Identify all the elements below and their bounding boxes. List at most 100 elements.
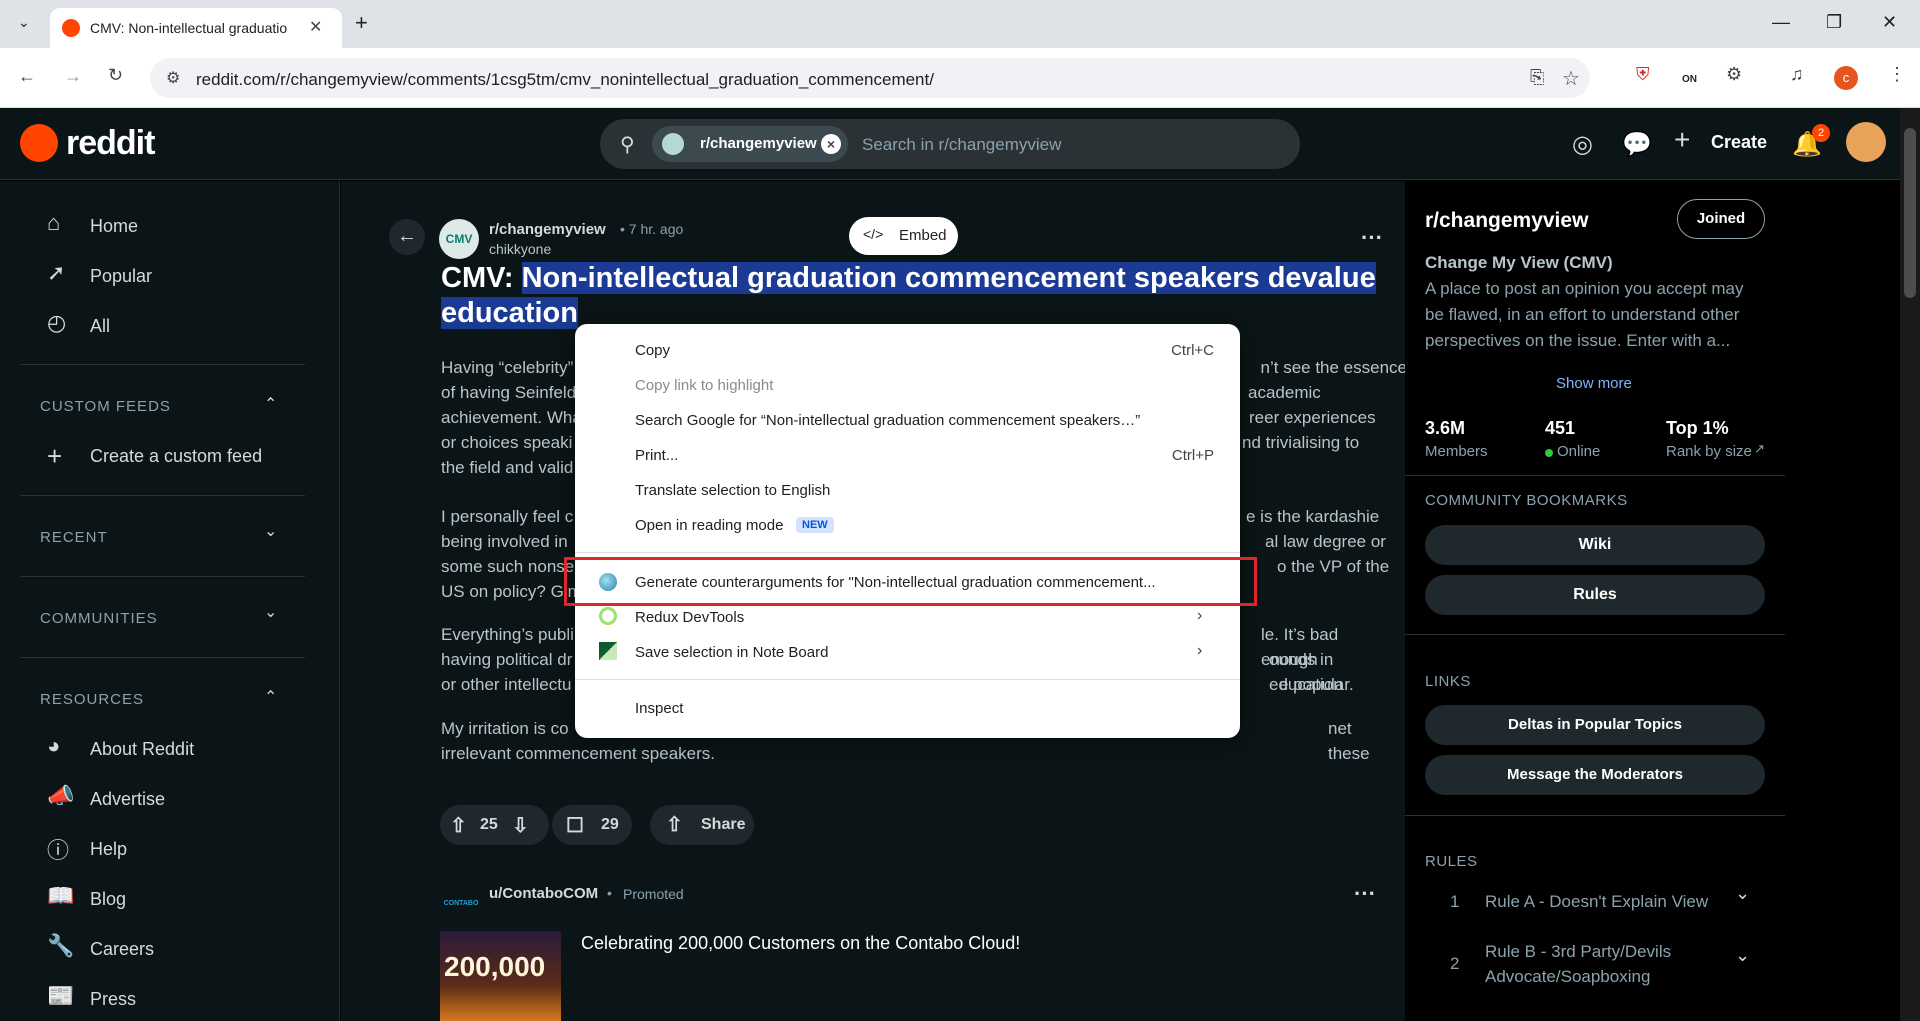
community-avatar[interactable]: CMV (439, 219, 479, 259)
advertiser-logo[interactable]: CONTABO (443, 880, 479, 910)
post-author[interactable]: chikkyone (489, 241, 551, 257)
promoted-user[interactable]: u/ContaboCOM (489, 885, 598, 902)
profile-avatar[interactable]: c (1834, 66, 1858, 90)
extension-on-icon[interactable]: ON (1682, 60, 1697, 85)
search-community-chip[interactable]: r/changemyview × (652, 126, 848, 162)
rule-number: 2 (1450, 954, 1460, 973)
rule-item[interactable]: Rule A - Doesn't Explain View (1485, 892, 1708, 912)
rules-button[interactable]: Rules (1425, 575, 1765, 615)
communities-title[interactable]: COMMUNITIES (40, 610, 158, 627)
chevron-up-icon[interactable]: ⌃ (264, 687, 277, 707)
close-tab-icon[interactable]: ✕ (309, 17, 322, 37)
extensions-puzzle-icon[interactable]: ⚙ (1726, 64, 1742, 85)
link-label: Deltas in Popular Topics (1508, 716, 1682, 733)
wiki-button[interactable]: Wiki (1425, 525, 1765, 565)
browser-menu-icon[interactable]: ⋮ (1888, 64, 1906, 85)
minimize-icon[interactable]: — (1772, 12, 1790, 33)
share-button[interactable]: ⇧ Share (650, 805, 754, 845)
new-badge: NEW (796, 517, 834, 533)
post-age: • 7 hr. ago (620, 221, 684, 237)
joined-button[interactable]: Joined (1677, 199, 1765, 239)
search-bar[interactable]: ⚲ r/changemyview × Search in r/changemyv… (600, 119, 1300, 169)
note-board-icon (599, 642, 617, 660)
chevron-down-icon[interactable]: ⌄ (1735, 883, 1750, 904)
resource-careers[interactable]: Careers (90, 939, 154, 960)
rules-title: RULES (1425, 853, 1478, 870)
remove-chip-icon[interactable]: × (821, 134, 841, 154)
promo-options-icon[interactable]: ··· (1354, 881, 1376, 907)
window-close-icon[interactable]: ✕ (1882, 12, 1897, 33)
post-subreddit-link[interactable]: r/changemyview (489, 221, 606, 238)
promoted-tag: Promoted (623, 886, 684, 902)
bookmark-star-icon[interactable]: ☆ (1562, 66, 1580, 91)
brave-shield-icon[interactable]: ⛨ (1636, 64, 1650, 85)
deltas-link-button[interactable]: Deltas in Popular Topics (1425, 705, 1765, 745)
scrollbar-thumb[interactable] (1904, 128, 1916, 298)
back-button[interactable]: ← (389, 219, 425, 255)
url-text[interactable]: reddit.com/r/changemyview/comments/1csg5… (196, 70, 934, 90)
address-bar[interactable]: ⚙ reddit.com/r/changemyview/comments/1cs… (150, 58, 1590, 98)
resource-press[interactable]: Press (90, 989, 136, 1010)
forward-icon[interactable]: → (64, 66, 82, 87)
recent-title[interactable]: RECENT (40, 529, 108, 546)
menu-item-reading-mode[interactable]: Open in reading mode (635, 517, 783, 534)
menu-item-note-board[interactable]: Save selection in Note Board (635, 644, 828, 661)
site-info-icon[interactable]: ⚙ (166, 68, 180, 88)
tab-title: CMV: Non-intellectual graduatio (90, 20, 288, 36)
chevron-down-icon[interactable]: ⌄ (264, 521, 277, 541)
reddit-wordmark[interactable]: reddit (66, 124, 155, 163)
tab-list-dropdown-icon[interactable]: ⌄ (18, 14, 30, 31)
post-options-icon[interactable]: ··· (1361, 225, 1383, 251)
resources-title[interactable]: RESOURCES (40, 691, 144, 708)
home-icon: ⌂ (47, 210, 61, 235)
promo-headline[interactable]: Celebrating 200,000 Customers on the Con… (581, 933, 1020, 954)
show-more-link[interactable]: Show more (1556, 375, 1632, 392)
new-tab-button[interactable]: + (355, 10, 368, 36)
reload-icon[interactable]: ↻ (108, 65, 123, 86)
resource-about-reddit[interactable]: About Reddit (90, 739, 194, 760)
rule-item[interactable]: Rule B - 3rd Party/Devils (1485, 942, 1671, 962)
menu-item-print[interactable]: Print... (635, 447, 678, 464)
embed-button[interactable]: </> Embed (849, 217, 958, 255)
sidebar-item-home[interactable]: Home (90, 216, 138, 237)
copy-shortcut: Ctrl+C (1171, 342, 1214, 359)
install-app-icon[interactable]: ⎘ (1530, 67, 1544, 88)
back-icon[interactable]: ← (18, 66, 36, 87)
comments-button[interactable]: ☐ 29 (552, 805, 632, 845)
community-name[interactable]: r/changemyview (1425, 209, 1588, 233)
chevron-down-icon[interactable]: ⌄ (1735, 945, 1750, 966)
chat-icon[interactable]: 💬 (1622, 130, 1652, 159)
resource-advertise[interactable]: Advertise (90, 789, 165, 810)
upvote-icon[interactable]: ⇧ (450, 813, 467, 838)
menu-item-inspect[interactable]: Inspect (635, 700, 683, 717)
downvote-icon[interactable]: ⇩ (512, 813, 529, 838)
promo-image[interactable]: 200,000 (440, 931, 561, 1021)
advertise-icon[interactable]: ◎ (1572, 130, 1593, 159)
chevron-up-icon[interactable]: ⌃ (264, 394, 277, 414)
chevron-down-icon[interactable]: ⌄ (264, 602, 277, 622)
menu-item-search-google[interactable]: Search Google for “Non-intellectual grad… (635, 412, 1140, 429)
online-dot-icon (1545, 449, 1553, 457)
wrench-icon: 🔧 (47, 933, 75, 958)
message-mods-button[interactable]: Message the Moderators (1425, 755, 1765, 795)
custom-feeds-title[interactable]: CUSTOM FEEDS (40, 398, 171, 415)
menu-item-redux-devtools[interactable]: Redux DevTools (635, 609, 744, 626)
resource-help[interactable]: Help (90, 839, 127, 860)
menu-item-copy[interactable]: Copy (635, 342, 670, 359)
menu-item-translate[interactable]: Translate selection to English (635, 482, 830, 499)
rank-label[interactable]: Rank by size (1666, 443, 1752, 460)
rule-item[interactable]: Advocate/Soapboxing (1485, 967, 1650, 987)
sidebar-item-all[interactable]: All (90, 316, 110, 337)
resource-blog[interactable]: Blog (90, 889, 126, 910)
media-control-icon[interactable]: ♫ (1790, 64, 1804, 85)
create-custom-feed-link[interactable]: Create a custom feed (90, 446, 262, 467)
user-avatar[interactable] (1846, 122, 1886, 162)
restore-icon[interactable]: ❐ (1826, 12, 1842, 33)
create-button[interactable]: Create (1711, 132, 1767, 153)
sidebar-item-popular[interactable]: Popular (90, 266, 152, 287)
browser-tab[interactable]: CMV: Non-intellectual graduatio ✕ (50, 8, 342, 48)
page-scrollbar[interactable] (1900, 108, 1920, 1021)
notification-badge: 2 (1812, 124, 1830, 142)
reddit-logo-icon[interactable] (20, 124, 58, 162)
search-input[interactable]: Search in r/changemyview (862, 135, 1061, 155)
